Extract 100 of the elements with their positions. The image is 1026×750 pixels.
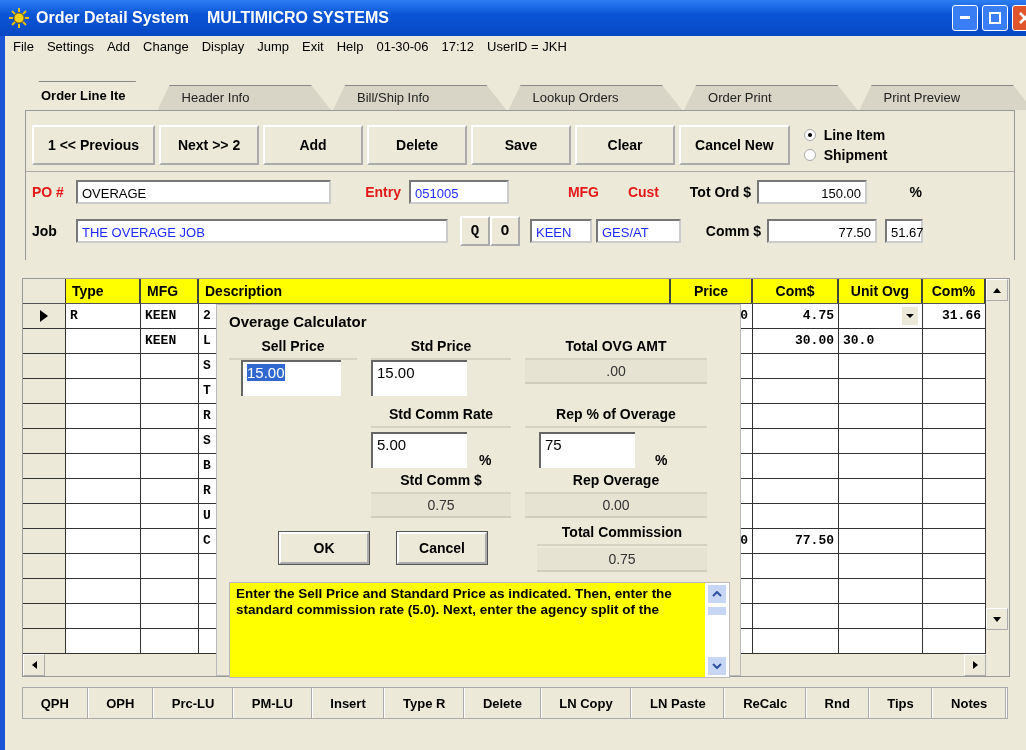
cust-field[interactable]: GES/AT (596, 219, 681, 243)
maximize-button[interactable] (982, 5, 1008, 31)
current-row-icon (40, 310, 48, 322)
row-header[interactable] (23, 404, 66, 428)
table-cell: KEEN (141, 329, 199, 353)
column-header[interactable]: Type (66, 279, 141, 303)
row-header[interactable] (23, 329, 66, 353)
scroll-right-button[interactable] (964, 654, 986, 676)
row-header[interactable] (23, 579, 66, 603)
menu-item[interactable]: Exit (302, 39, 324, 55)
column-header[interactable]: Com$ (753, 279, 839, 303)
total-overage-value: .00 (525, 360, 707, 384)
minimize-button[interactable] (952, 5, 978, 31)
user-id: UserID = JKH (487, 39, 567, 55)
menu-item[interactable]: Settings (46, 39, 94, 55)
menu-item[interactable]: File (13, 39, 34, 55)
percent-field[interactable]: 51.67 (885, 219, 923, 243)
column-header[interactable]: Com% (923, 279, 986, 303)
q-button[interactable]: Q (460, 216, 490, 246)
left-arrow-icon (31, 661, 37, 669)
toolbar-button[interactable]: Next >> 2 (159, 125, 260, 165)
std-price-field[interactable]: 15.00 (371, 360, 467, 396)
toolbar-button[interactable]: Clear (575, 125, 676, 165)
down-chevron-icon (712, 663, 722, 669)
po-field[interactable]: OVERAGE (76, 180, 331, 204)
row-header[interactable] (23, 304, 66, 328)
radio-label[interactable]: Shipment (823, 147, 888, 163)
dropdown-button[interactable] (902, 307, 918, 325)
row-header[interactable] (23, 354, 66, 378)
window-title: Order Detail System (36, 9, 189, 27)
menu-item[interactable]: Add (106, 39, 131, 55)
maximize-icon (989, 12, 1001, 24)
table-cell: 4.75 (753, 304, 839, 328)
row-header[interactable] (23, 379, 66, 403)
mfg-field[interactable]: KEEN (530, 219, 592, 243)
entry-field[interactable]: 051005 (409, 180, 509, 204)
dialog-title: Overage Calculator (229, 313, 367, 330)
row-header[interactable] (23, 454, 66, 478)
toolbar-button[interactable]: Add (263, 125, 364, 165)
toolbar-button[interactable]: 1 << Previous (32, 125, 156, 165)
field-label: Total Commission (537, 520, 707, 546)
field-label: Cust (626, 184, 659, 200)
row-header[interactable] (23, 529, 66, 553)
tab[interactable]: Bill/Ship Info (333, 85, 507, 110)
field-label: PO # (32, 184, 65, 200)
menu-item[interactable]: Jump (257, 39, 290, 55)
menu-item[interactable]: Display (201, 39, 245, 55)
column-header[interactable]: Description (199, 279, 671, 303)
table-cell: 30.0 (839, 329, 923, 353)
row-header[interactable] (23, 429, 66, 453)
total-order-field[interactable]: 150.00 (757, 180, 867, 204)
scroll-left-button[interactable] (23, 654, 45, 676)
std-rate-field[interactable]: 5.00 (371, 432, 467, 468)
job-field[interactable]: THE OVERAGE JOB (76, 219, 448, 243)
menu-item[interactable]: Help (336, 39, 364, 55)
company-name: MULTIMICRO SYSTEMS (206, 9, 389, 27)
session-date: 01-30-06 (376, 39, 429, 55)
scroll-thumb[interactable] (708, 607, 726, 615)
column-header[interactable]: Price (671, 279, 753, 303)
row-header[interactable] (23, 604, 66, 628)
total-commission-value: 0.75 (537, 548, 707, 572)
radio-button[interactable] (803, 149, 816, 161)
tab[interactable]: Print Preview (859, 85, 1026, 110)
toolbar-button[interactable]: Delete (367, 125, 468, 165)
table-cell: 30.00 (753, 329, 839, 353)
field-label: Job (32, 223, 58, 239)
field-label: Rep % of Overage (525, 402, 707, 428)
toolbar-button[interactable]: Save (471, 125, 572, 165)
percent-sign: % (655, 452, 668, 468)
commission-field[interactable]: 77.50 (767, 219, 877, 243)
tab[interactable]: Header Info (157, 85, 332, 110)
table-cell: 77.50 (753, 529, 839, 553)
o-button[interactable]: O (490, 216, 520, 246)
radio-button[interactable] (803, 129, 816, 141)
column-header[interactable]: Unit Ovg (839, 279, 923, 303)
table-cell: R (66, 304, 141, 328)
session-time: 17:12 (441, 39, 475, 55)
down-arrow-icon (993, 616, 1001, 622)
row-header[interactable] (23, 504, 66, 528)
row-header[interactable] (23, 629, 66, 653)
row-header[interactable] (23, 479, 66, 503)
caret-icon (906, 314, 914, 318)
column-header[interactable]: MFG (141, 279, 199, 303)
row-header[interactable] (23, 554, 66, 578)
field-label: Entry (364, 184, 401, 200)
cancel-button[interactable]: Cancel (397, 532, 487, 564)
rep-percent-field[interactable]: 75 (539, 432, 635, 468)
radio-label[interactable]: Line Item (823, 127, 886, 143)
scroll-down-button[interactable] (986, 608, 1008, 630)
toolbar-button[interactable]: Cancel New (679, 125, 790, 165)
up-arrow-icon (993, 287, 1001, 293)
percent-sign: % (479, 452, 492, 468)
minimize-icon (960, 16, 970, 20)
menu-item[interactable]: Change (143, 39, 189, 55)
sell-price-field[interactable]: 15.00 (241, 360, 341, 396)
scroll-up-button[interactable] (986, 279, 1008, 301)
tab[interactable]: Order Print (684, 85, 858, 110)
tab[interactable]: Lookup Orders (508, 85, 683, 110)
up-chevron-icon (712, 591, 722, 597)
ok-button[interactable]: OK (279, 532, 369, 564)
